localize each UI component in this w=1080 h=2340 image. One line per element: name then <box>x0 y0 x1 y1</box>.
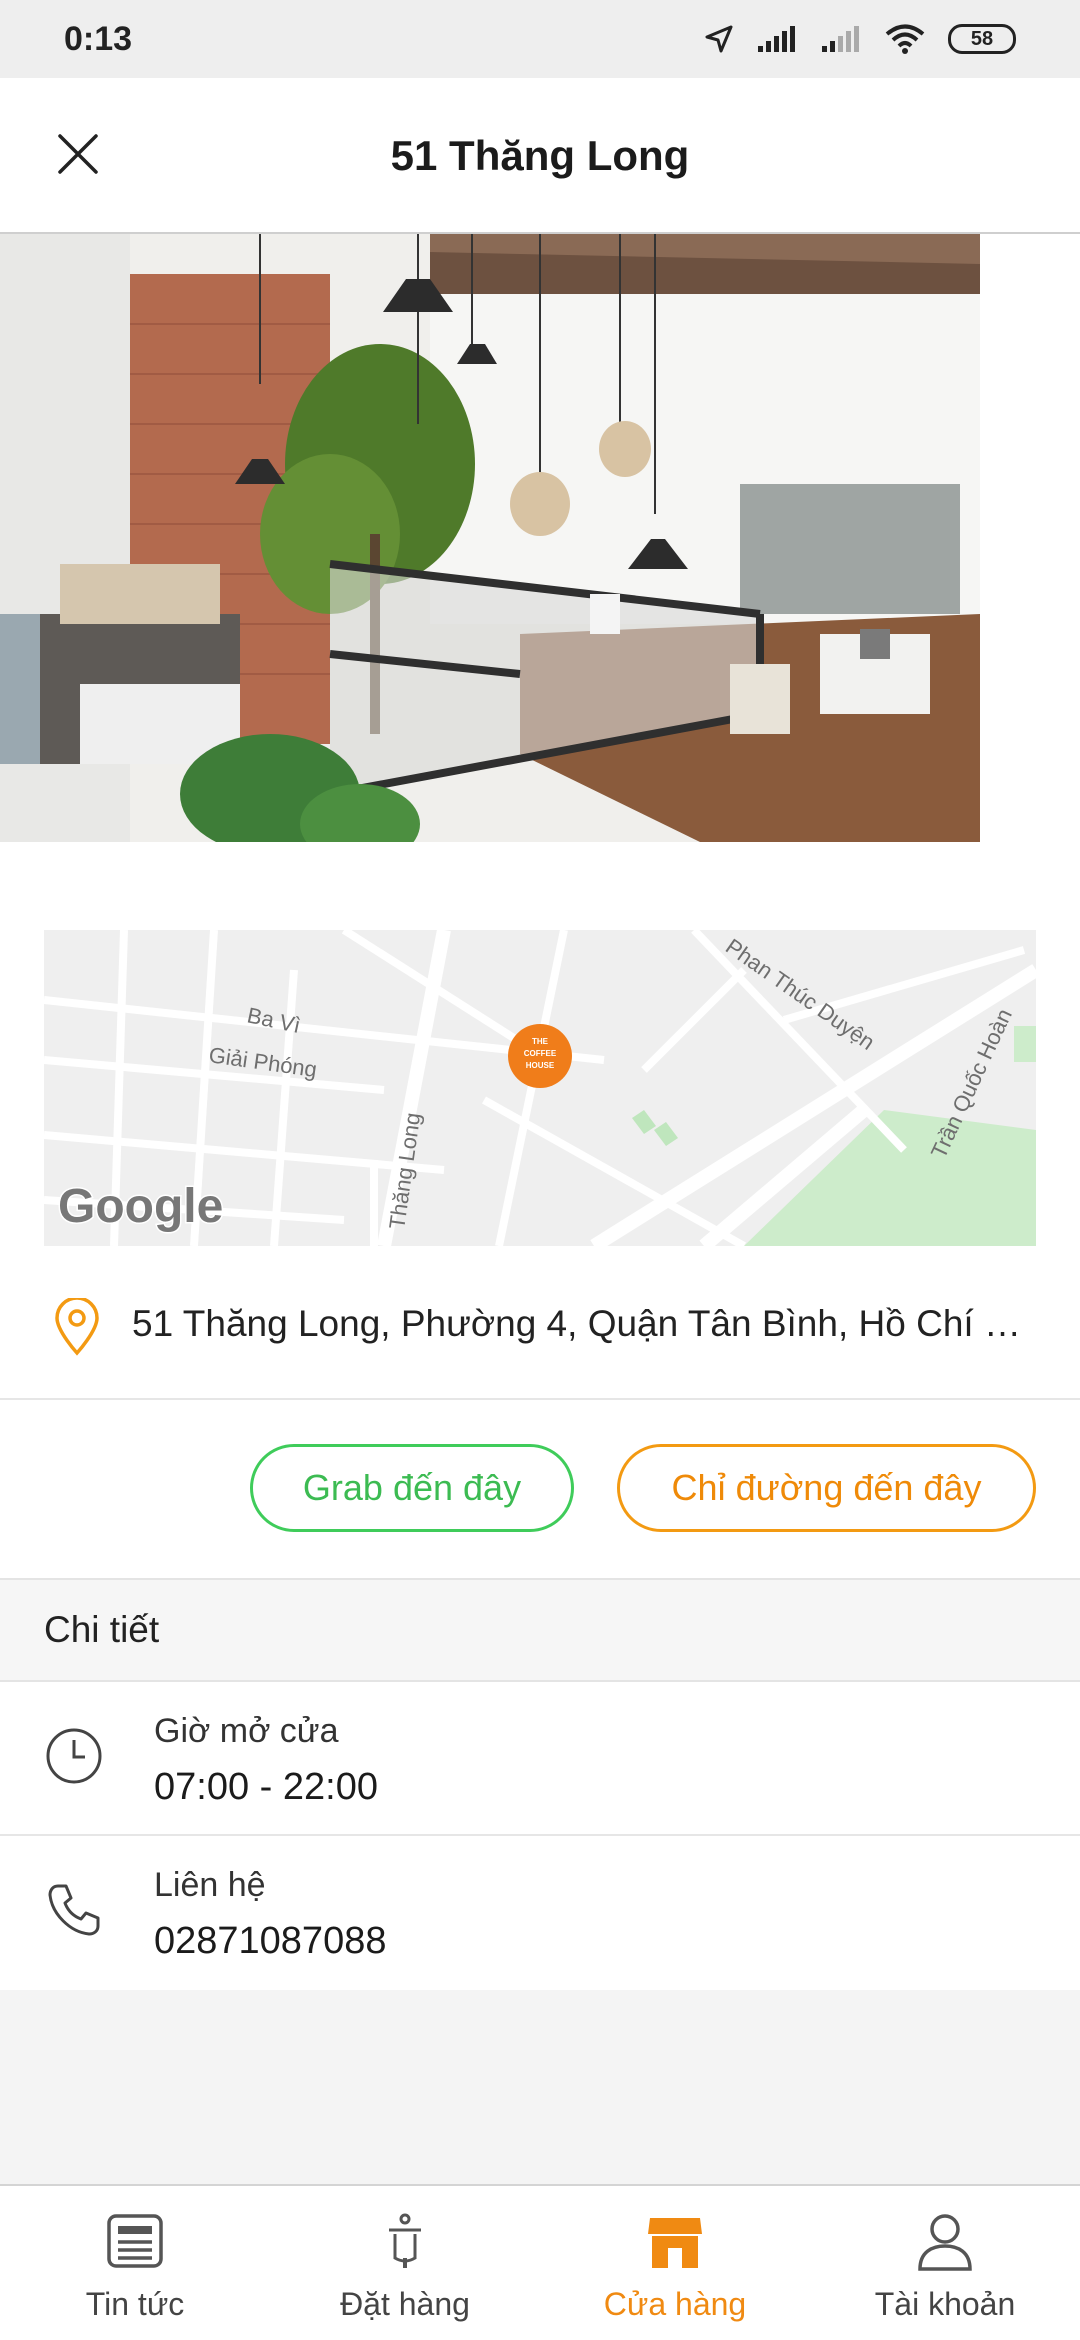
store-icon <box>648 2218 702 2268</box>
app-header: 51 Thăng Long <box>0 78 1080 234</box>
battery-indicator: 58 <box>948 24 1016 54</box>
signal-weak-icon <box>822 26 859 52</box>
wifi-icon <box>885 24 925 54</box>
nav-store-label: Cửa hàng <box>603 2286 747 2322</box>
store-photo <box>0 234 1080 842</box>
location-arrow-icon <box>705 25 733 53</box>
news-icon <box>107 2214 163 2268</box>
contact-phone[interactable]: 02871087088 <box>154 1920 386 1963</box>
nav-news[interactable]: Tin tức <box>0 2186 270 2340</box>
store-address: 51 Thăng Long, Phường 4, Quận Tân Bình, … <box>132 1303 1032 1344</box>
nav-order-label: Đặt hàng <box>340 2286 470 2322</box>
store-detail-screen: 0:13 58 51 Thăng Long Phan Thúc Duyện Tr… <box>0 0 1080 2340</box>
order-scooter-icon <box>389 2213 421 2268</box>
close-icon <box>58 134 98 174</box>
directions-button[interactable]: Chỉ đường đến đây <box>617 1444 1036 1532</box>
bottom-navigation: Tin tức Đặt hàng Cửa hàng Tài khoản <box>0 2184 1080 2340</box>
nav-order[interactable]: Đặt hàng <box>270 2186 540 2340</box>
marker-text: HOUSE <box>526 1061 555 1070</box>
page-title: 51 Thăng Long <box>390 132 690 179</box>
account-icon <box>918 2214 972 2271</box>
phone-icon <box>48 1884 100 1936</box>
marker-text: COFFEE <box>524 1049 557 1058</box>
contact-label: Liên hệ <box>154 1866 266 1904</box>
clock-icon <box>46 1728 102 1784</box>
marker-text: THE <box>532 1037 549 1046</box>
opening-hours-row: Giờ mở cửa 07:00 - 22:00 <box>0 1682 1080 1836</box>
battery-level: 58 <box>970 27 994 50</box>
store-info-card: Phan Thúc Duyện Trần Quốc Hoàn Ba Vì Giả… <box>0 842 1080 1578</box>
signal-icon <box>758 26 795 52</box>
address-row: 51 Thăng Long, Phường 4, Quận Tân Bình, … <box>0 1260 1080 1400</box>
map-park <box>1014 1026 1036 1062</box>
opening-hours-value: 07:00 - 22:00 <box>154 1766 378 1808</box>
status-bar: 0:13 58 <box>0 0 1080 78</box>
status-icons: 58 <box>704 23 1016 55</box>
google-logo: Google <box>58 1180 223 1233</box>
contact-row[interactable]: Liên hệ 02871087088 <box>0 1836 1080 1990</box>
close-button[interactable] <box>46 122 110 186</box>
nav-account-label: Tài khoản <box>874 2286 1016 2322</box>
opening-hours-label: Giờ mở cửa <box>154 1712 339 1750</box>
grab-to-here-button[interactable]: Grab đến đây <box>250 1444 574 1532</box>
nav-store[interactable]: Cửa hàng <box>540 2186 810 2340</box>
store-map[interactable]: Phan Thúc Duyện Trần Quốc Hoàn Ba Vì Giả… <box>44 930 1036 1246</box>
store-map-marker[interactable]: THE COFFEE HOUSE <box>508 1024 572 1088</box>
location-pin-icon <box>55 1298 99 1356</box>
nav-account[interactable]: Tài khoản <box>810 2186 1080 2340</box>
details-section-title: Chi tiết <box>0 1578 1080 1682</box>
status-time: 0:13 <box>64 19 133 58</box>
nav-news-label: Tin tức <box>85 2286 185 2322</box>
